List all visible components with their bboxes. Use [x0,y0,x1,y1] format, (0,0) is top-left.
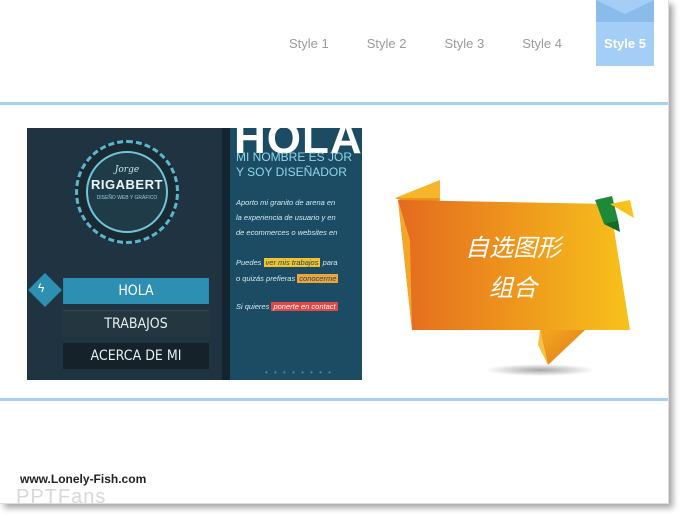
para-line-4-b: para [322,258,338,267]
screenshot-content: HOLA! MI NOMBRE ES JOR Y SOY DISEÑADOR A… [230,128,362,380]
para-line-5-a: o quizás prefieras [236,274,296,283]
watermark-brand: PPTFans [16,486,107,508]
para-line-6-a: Si quieres [236,302,270,311]
intro-line-1: MI NOMBRE ES JOR [236,150,353,164]
top-divider [0,102,668,105]
link-ponerte-en-contacto[interactable]: ponerte en contact [271,302,338,311]
screenshot-sidebar: Jorge RIGABERT DISEÑO WEB Y GRÁFICO ϟ HO… [27,128,230,380]
para-line-3: de ecommerces o websites en [236,228,338,237]
banner-line-1: 自选图形 [465,234,561,262]
banner-text: 自选图形 组合 [448,228,578,308]
para-line-2: la experiencia de usuario y en [236,213,336,222]
para-line-6: Si quieres ponerte en contact [236,302,338,311]
para-line-4: Puedes ver mis trabajos para [236,258,338,267]
website-screenshot: Jorge RIGABERT DISEÑO WEB Y GRÁFICO ϟ HO… [27,128,362,380]
style-nav: Style 1 Style 2 Style 3 Style 4 Style 5 [251,0,654,70]
para-line-1: Aporto mi granito de arena en [236,198,336,207]
logo-last-name: RIGABERT [91,177,163,192]
intro-line-2: Y SOY DISEÑADOR [236,165,347,179]
nav-style-5-label: Style 5 [604,36,646,51]
logo-tagline: DISEÑO WEB Y GRÁFICO [96,195,158,201]
logo-first-name: Jorge [114,165,140,175]
bottom-divider [0,398,668,401]
para-line-4-a: Puedes [236,258,262,267]
nav-style-1[interactable]: Style 1 [289,36,329,51]
logo-inner: Jorge RIGABERT DISEÑO WEB Y GRÁFICO [86,151,168,233]
menu-item-acerca[interactable]: ACERCA DE MI [63,343,209,369]
pager-dots: • • • • • • • • [265,368,333,377]
banner-line-2: 组合 [489,274,537,302]
link-ver-mis-trabajos[interactable]: ver mis trabajos [263,258,321,267]
logo-badge: Jorge RIGABERT DISEÑO WEB Y GRÁFICO [75,140,179,244]
menu-item-hola[interactable]: HOLA [63,278,209,304]
menu-item-trabajos[interactable]: TRABAJOS [63,310,209,337]
bolt-marker [28,273,62,307]
nav-style-2[interactable]: Style 2 [367,36,407,51]
nav-style-4[interactable]: Style 4 [522,36,562,51]
link-conocerme[interactable]: conocerme [297,274,339,283]
nav-style-5-active[interactable]: Style 5 [596,0,654,66]
bolt-icon: ϟ [38,281,45,295]
para-line-5: o quizás prefieras conocerme [236,274,339,283]
nav-style-3[interactable]: Style 3 [445,36,485,51]
ribbon-tab-shape [596,0,654,66]
watermark-url: www.Lonely-Fish.com [20,472,147,486]
slide-page: Style 1 Style 2 Style 3 Style 4 Style 5 … [0,0,669,508]
